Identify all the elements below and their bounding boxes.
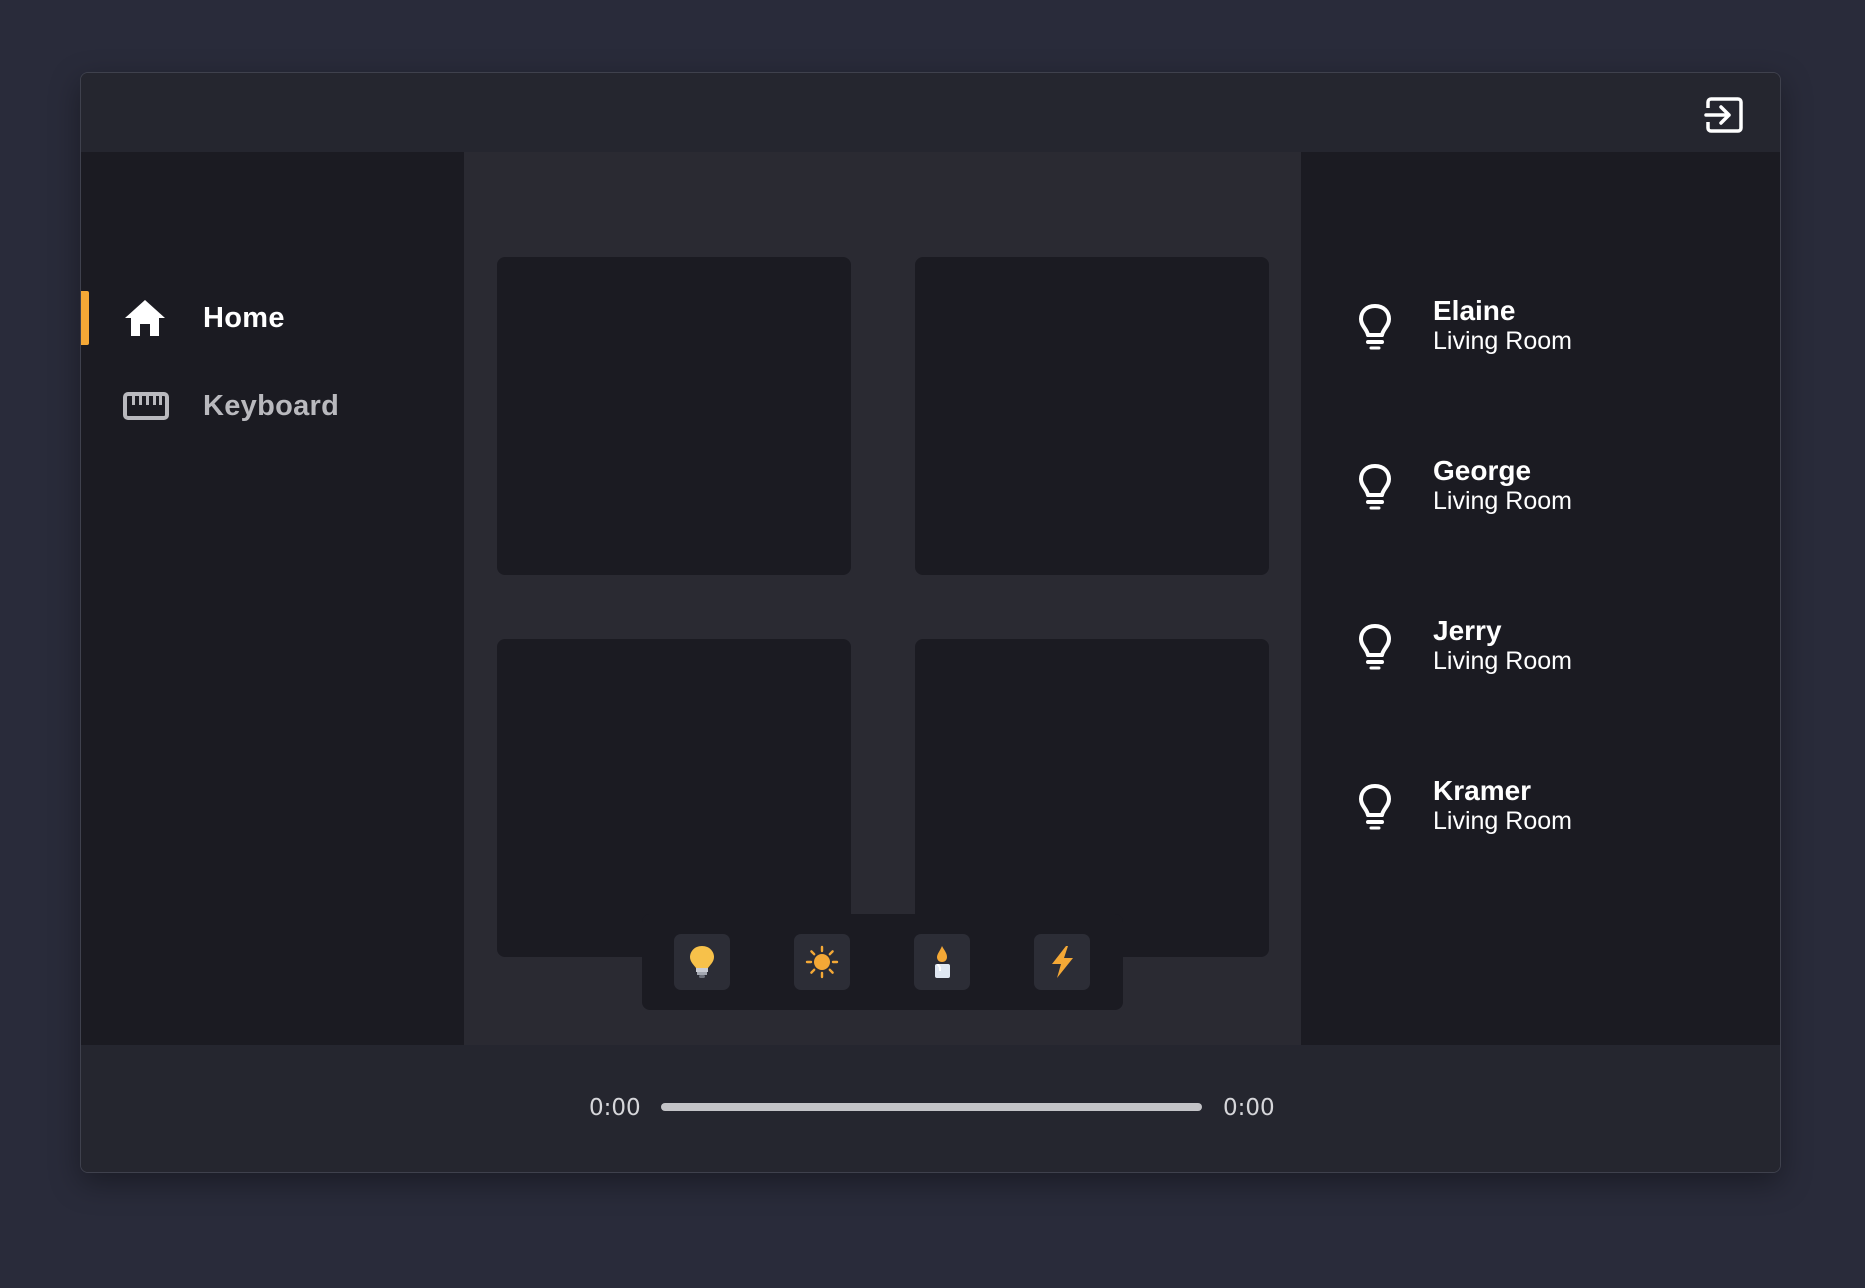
exit-to-app-icon (1704, 97, 1743, 133)
scene-tile[interactable] (497, 639, 851, 957)
progress-slider[interactable] (661, 1103, 1202, 1111)
exit-button[interactable] (1702, 93, 1746, 137)
sidebar: Home Keyboard (81, 152, 464, 1045)
total-duration: 0:00 (1223, 1095, 1275, 1121)
light-name: Elaine (1433, 295, 1516, 326)
sun-icon (805, 945, 839, 979)
scene-tile[interactable] (915, 639, 1269, 957)
light-item-george[interactable]: George Living Room (1301, 449, 1780, 539)
light-name: George (1433, 455, 1532, 486)
light-item-jerry[interactable]: Jerry Living Room (1301, 609, 1780, 699)
bulb-outline-icon (1359, 624, 1391, 670)
app-window: Home Keyboard Elaine Living Room George … (80, 72, 1781, 1173)
light-room: Living Room (1433, 327, 1572, 355)
light-item-elaine[interactable]: Elaine Living Room (1301, 289, 1780, 379)
sidebar-item-home[interactable]: Home (81, 289, 464, 347)
effects-bar (642, 914, 1123, 1010)
light-item-kramer[interactable]: Kramer Living Room (1301, 769, 1780, 859)
light-room: Living Room (1433, 487, 1572, 515)
lightning-effect-button[interactable] (1034, 934, 1090, 990)
sidebar-item-keyboard[interactable]: Keyboard (81, 377, 464, 435)
light-name: Jerry (1433, 615, 1502, 646)
scene-tile[interactable] (915, 257, 1269, 575)
sidebar-item-label: Home (203, 301, 285, 334)
sidebar-item-label: Keyboard (203, 389, 340, 422)
light-name: Kramer (1433, 775, 1532, 806)
light-room: Living Room (1433, 807, 1572, 835)
candle-icon (935, 946, 950, 978)
top-bar (81, 73, 1780, 152)
bulb-outline-icon (1359, 304, 1391, 350)
bulb-outline-icon (1359, 464, 1391, 510)
playback-bar: 0:00 0:00 (81, 1045, 1780, 1172)
sun-effect-button[interactable] (794, 934, 850, 990)
lights-panel: Elaine Living Room George Living Room Je… (1301, 152, 1780, 1045)
lightbulb-emoji-icon (690, 946, 714, 978)
light-room: Living Room (1433, 647, 1572, 675)
lightning-icon (1052, 946, 1073, 978)
bulb-outline-icon (1359, 784, 1391, 830)
scene-grid-area (464, 152, 1301, 1045)
home-icon (125, 300, 165, 336)
keyboard-icon (123, 392, 169, 420)
candle-effect-button[interactable] (914, 934, 970, 990)
scene-tile[interactable] (497, 257, 851, 575)
lightbulb-effect-button[interactable] (674, 934, 730, 990)
elapsed-time: 0:00 (589, 1095, 641, 1121)
